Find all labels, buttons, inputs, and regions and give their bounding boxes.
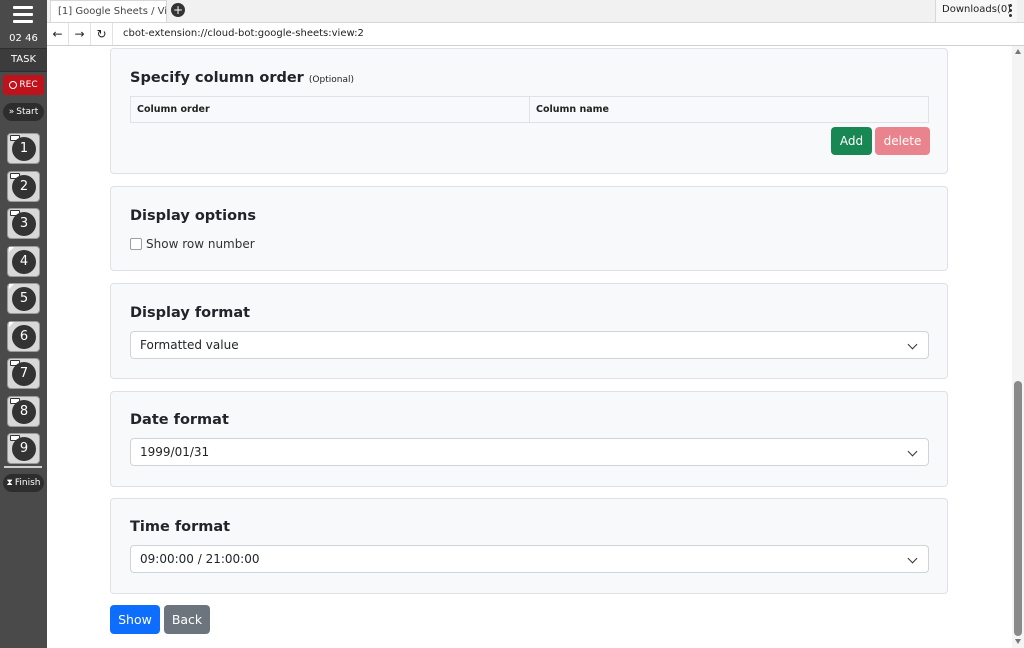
task-label: TASK	[0, 48, 47, 72]
downloads-button[interactable]: Downloads(0)	[935, 0, 1018, 22]
back-arrow-icon[interactable]: ←	[47, 23, 69, 45]
time-format-value: 09:00:00 / 21:00:00	[140, 552, 260, 566]
page-scrollbar[interactable]	[1012, 46, 1024, 648]
finish-icon: ⧗	[6, 478, 13, 488]
step-3-button[interactable]: 3	[7, 208, 40, 239]
menu-icon[interactable]	[13, 6, 33, 24]
double-chevron-down-icon: »	[8, 107, 15, 117]
finish-label: Finish	[14, 478, 41, 488]
start-button[interactable]: » Start	[3, 103, 44, 121]
scroll-thumb[interactable]	[1014, 381, 1022, 636]
browser-tab[interactable]: [1] Google Sheets / View	[50, 0, 167, 22]
cursor-icon	[9, 247, 14, 252]
time-format-card: Time format 09:00:00 / 21:00:00	[110, 498, 948, 594]
chevron-down-icon	[907, 339, 918, 350]
column-order-card: Specify column order (Optional) Column o…	[110, 48, 948, 174]
step-1-button[interactable]: 1	[7, 133, 40, 164]
delete-button[interactable]: delete	[875, 127, 930, 155]
column-order-table-header: Column order Column name	[130, 96, 929, 123]
show-row-number-checkbox[interactable]	[130, 238, 142, 250]
forward-arrow-icon[interactable]: →	[69, 23, 91, 45]
new-tab-plus-icon[interactable]: +	[171, 3, 185, 17]
optional-tag: (Optional)	[308, 75, 354, 85]
column-order-title: Specify column order (Optional)	[130, 70, 354, 86]
chevron-down-icon	[907, 446, 918, 457]
back-button[interactable]: Back	[164, 605, 210, 634]
clock-readout: 02 46	[9, 33, 38, 44]
step-9-button[interactable]: 9	[7, 433, 40, 464]
display-options-card: Display options Show row number	[110, 186, 948, 271]
url-field[interactable]: cbot-extension://cloud-bot:google-sheets…	[123, 23, 364, 45]
step-2-button[interactable]: 2	[7, 171, 40, 202]
step-number: 8	[12, 400, 36, 424]
step-4-button[interactable]: 4	[7, 246, 40, 277]
step-number: 9	[12, 437, 36, 461]
page-content: Specify column order (Optional) Column o…	[47, 46, 1012, 646]
step-number: 1	[12, 137, 36, 161]
address-bar: ← → ↻ cbot-extension://cloud-bot:google-…	[47, 23, 1024, 46]
chevron-down-icon	[907, 553, 918, 564]
rec-label: REC	[19, 80, 38, 90]
step-number: 4	[12, 250, 36, 274]
date-format-title: Date format	[130, 412, 229, 428]
step-divider	[4, 466, 42, 468]
start-label: Start	[16, 107, 39, 117]
display-format-select[interactable]: Formatted value	[130, 331, 929, 359]
cursor-icon	[9, 284, 14, 289]
display-options-title: Display options	[130, 208, 256, 224]
more-options-icon[interactable]	[1009, 4, 1013, 18]
date-format-select[interactable]: 1999/01/31	[130, 438, 929, 466]
add-button[interactable]: Add	[831, 127, 872, 155]
column-header-name: Column name	[529, 97, 928, 122]
finish-button[interactable]: ⧗ Finish	[3, 474, 44, 492]
record-icon	[9, 81, 18, 89]
step-number: 3	[12, 212, 36, 236]
cursor-icon	[9, 322, 14, 327]
date-format-card: Date format 1999/01/31	[110, 391, 948, 487]
show-row-number-label: Show row number	[146, 237, 255, 251]
reload-icon[interactable]: ↻	[91, 23, 113, 45]
display-format-card: Display format Formatted value	[110, 283, 948, 379]
show-row-number-row[interactable]: Show row number	[130, 237, 255, 251]
show-button[interactable]: Show	[110, 605, 160, 634]
scroll-down-arrow-icon[interactable]	[1015, 639, 1021, 644]
step-6-button[interactable]: 6	[7, 321, 40, 352]
display-format-value: Formatted value	[140, 338, 239, 352]
step-8-button[interactable]: 8	[7, 396, 40, 427]
step-5-button[interactable]: 5	[7, 283, 40, 314]
step-7-button[interactable]: 7	[7, 358, 40, 389]
display-format-title: Display format	[130, 305, 251, 321]
tab-bar: [1] Google Sheets / View + Downloads(0)	[47, 0, 1024, 23]
time-format-title: Time format	[130, 519, 231, 535]
step-number: 7	[12, 362, 36, 386]
step-number: 6	[12, 325, 36, 349]
scroll-up-arrow-icon[interactable]	[1015, 49, 1021, 54]
column-header-order: Column order	[137, 104, 210, 115]
step-number: 5	[12, 287, 36, 311]
rec-button[interactable]: REC	[3, 75, 44, 95]
task-sidebar: 02 46 TASK REC » Start 1 2 3 4 5 6 7 8 9…	[0, 0, 47, 648]
date-format-value: 1999/01/31	[140, 445, 210, 459]
time-format-select[interactable]: 09:00:00 / 21:00:00	[130, 545, 929, 573]
step-number: 2	[12, 175, 36, 199]
section-title-text: Specify column order	[130, 70, 304, 86]
